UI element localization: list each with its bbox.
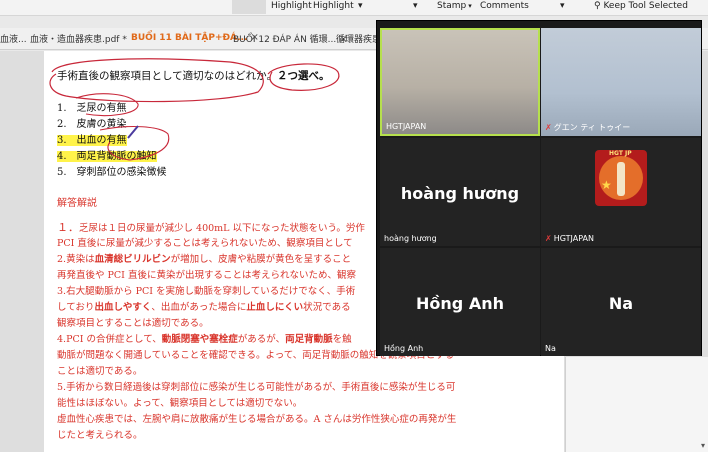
ribbon-dropdown-caret[interactable]: ▾ (358, 1, 363, 11)
option-1: 1. 乏尿の有無 (57, 103, 127, 114)
tab-buoi-12[interactable]: BUỔI 12 ĐÁP ÁN 循環... × (233, 32, 348, 45)
participant-name: ✗ HGTJAPAN (545, 234, 594, 243)
participant-display-name: Na (608, 294, 634, 313)
participant-display-name: Hồng Anh (416, 294, 504, 313)
tab-blood-disease-pdf[interactable]: 血液・造血器疾患.pdf * (30, 32, 127, 45)
scroll-down-icon[interactable]: ▾ (701, 441, 705, 450)
video-call-overlay[interactable]: HGTJAPAN ✗ グエン ティ トゥイー hoàng hương hoàng … (376, 20, 702, 356)
organization-logo: ★ HGT JP (595, 150, 647, 206)
video-tile[interactable]: Hồng Anh Hồng Anh (380, 248, 540, 356)
participant-name: HGTJAPAN (386, 122, 427, 131)
highlight-button[interactable]: Highlight (271, 1, 312, 11)
toolbar-ribbon: Highlight Highlight ▾ ▾ Stamp ▾ Comments … (0, 0, 708, 16)
video-tile[interactable]: hoàng hương hoàng hương (380, 138, 540, 246)
logo-text: HGT JP (609, 150, 632, 157)
option-4: 4. 両足背動脈の触知 (57, 151, 157, 162)
answer-line: 5.手術から数日経過後は穿刺部位に感染が生じる可能性があるが、手術直後に感染が生… (57, 382, 456, 393)
answer-line: 虚血性心疾患では、左腕や肩に放散痛が生じる場合がある。A さんは労作性狭心症の再… (57, 414, 457, 425)
video-tile[interactable]: ★ HGT JP ✗ HGTJAPAN (541, 138, 701, 246)
answer-line: ことは適切である。 (57, 366, 143, 377)
participant-video (541, 28, 701, 136)
question-text: 手術直後の観察項目として適切なのはどれか。２つ選べ。 (57, 70, 330, 82)
video-tile[interactable]: Na Na (541, 248, 701, 356)
answer-line: 能性はほぼない。よって、観察項目としては適切でない。 (57, 398, 303, 409)
tab-blood[interactable]: 血液... (0, 32, 27, 45)
participant-name: Na (545, 344, 556, 353)
answer-line: じたと考えられる。 (57, 430, 143, 441)
ribbon-dropdown-caret[interactable]: ▾ (413, 1, 418, 11)
comments-button[interactable]: Comments (480, 1, 529, 11)
video-tile[interactable]: ✗ グエン ティ トゥイー (541, 28, 701, 136)
stamp-button[interactable]: Stamp ▾ (437, 1, 472, 11)
video-tile-active-speaker[interactable]: HGTJAPAN (380, 28, 540, 136)
option-2: 2. 皮膚の黄染 (57, 119, 127, 130)
tab-circulatory[interactable]: 循環器疾患 (336, 32, 381, 45)
option-3: 3. 出血の有無 (57, 135, 127, 146)
answer-title: 解答解説 (57, 198, 97, 209)
star-icon: ★ (601, 178, 612, 192)
mic-muted-icon: ✗ (545, 234, 552, 243)
screen-root: Highlight Highlight ▾ ▾ Stamp ▾ Comments … (0, 0, 708, 452)
participant-name: Hồng Anh (384, 344, 424, 353)
right-side-panel: ▾ (565, 357, 708, 452)
mic-muted-icon: ✗ (545, 123, 552, 132)
participant-video (382, 30, 538, 134)
participant-display-name: hoàng hương (400, 184, 520, 203)
ribbon-dropdown-caret[interactable]: ▾ (560, 1, 565, 11)
keep-tool-selected-toggle[interactable]: ⚲ Keep Tool Selected (594, 1, 688, 11)
option-5: 5. 穿刺部位の感染徴候 (57, 167, 167, 178)
ribbon-tool-slot[interactable] (232, 0, 266, 14)
participant-name: ✗ グエン ティ トゥイー (545, 123, 631, 132)
highlight-secondary-button[interactable]: Highlight (313, 1, 354, 11)
participant-name: hoàng hương (384, 234, 437, 243)
